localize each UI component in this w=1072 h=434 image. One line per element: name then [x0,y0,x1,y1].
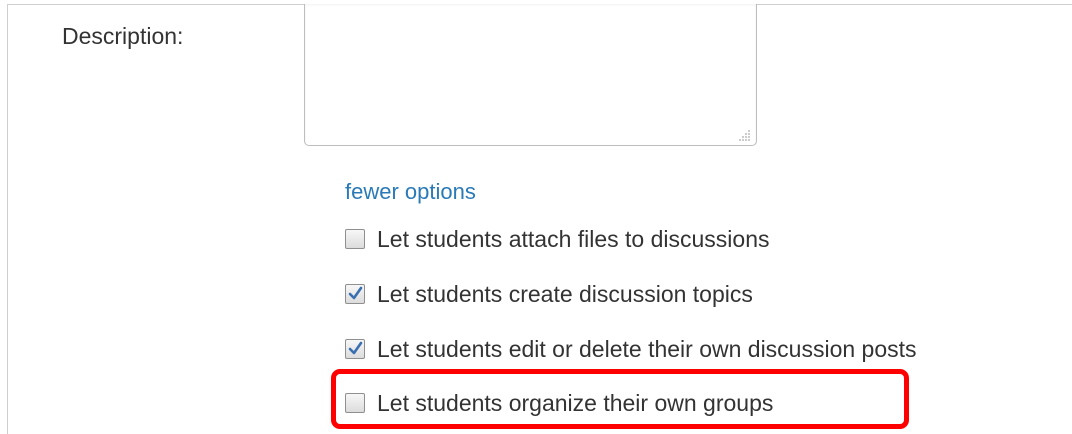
option-label: Let students attach files to discussions [377,226,770,252]
settings-form: Description: fewer options Let students … [0,0,1072,434]
option-label: Let students edit or delete their own di… [377,336,917,362]
highlight-annotation-box [331,369,909,429]
description-textarea[interactable] [304,4,757,146]
description-label: Description: [62,23,184,49]
option-create-topics[interactable]: Let students create discussion topics [345,279,753,309]
fewer-options-link[interactable]: fewer options [345,178,476,206]
option-checkbox[interactable] [345,229,365,249]
option-attach-files[interactable]: Let students attach files to discussions [345,224,770,254]
resize-grip-icon[interactable] [739,129,751,141]
form-left-border [7,4,8,434]
checkmark-icon [348,341,363,355]
option-checkbox[interactable] [345,339,365,359]
option-checkbox[interactable] [345,284,365,304]
option-label: Let students create discussion topics [377,281,753,307]
option-edit-delete-posts[interactable]: Let students edit or delete their own di… [345,334,917,364]
checkmark-icon [348,286,363,300]
